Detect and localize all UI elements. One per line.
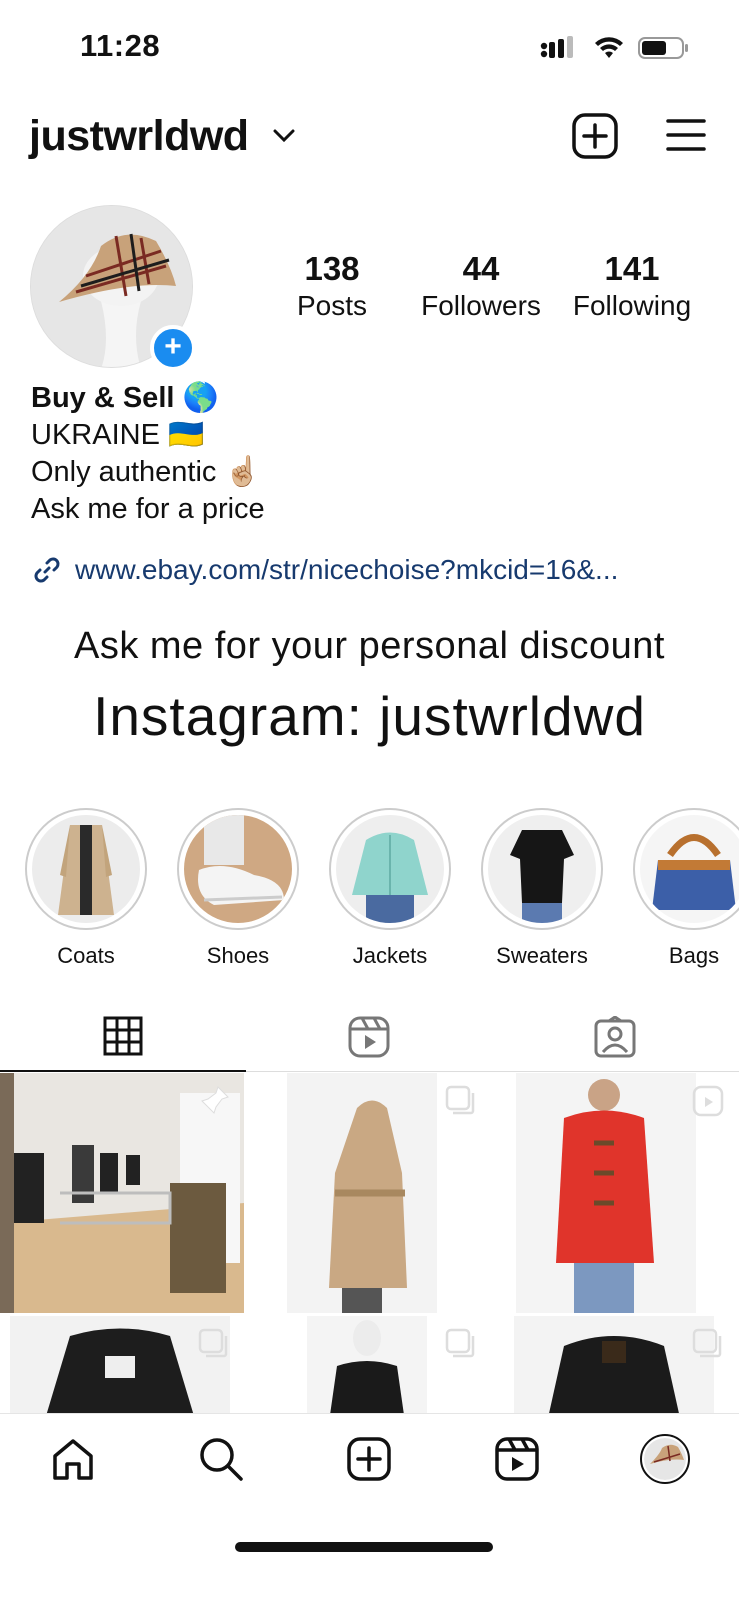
profile-avatar-wrap[interactable]: + (30, 205, 196, 371)
followers-label: Followers (421, 290, 541, 321)
wifi-icon (595, 37, 623, 58)
highlight-shoes-thumbnail (184, 815, 292, 923)
promo-line-1: Ask me for your personal discount (74, 625, 665, 667)
bio-line: Only authentic ☝🏼 (31, 456, 261, 488)
highlight-label: Jackets (352, 943, 428, 968)
post-thumbnail[interactable] (494, 1073, 738, 1313)
reels-icon (348, 1016, 390, 1058)
following-label: Following (572, 290, 692, 321)
followers-count: 44 (462, 250, 500, 287)
carousel-icon (692, 1328, 722, 1358)
highlight-sweaters-thumbnail (488, 815, 596, 923)
highlight-label: Bags (668, 943, 720, 968)
post-thumbnail[interactable] (247, 1316, 491, 1413)
chevron-down-icon[interactable] (273, 129, 295, 143)
tab-tagged[interactable] (492, 1002, 738, 1072)
username[interactable]: justwrldwd (29, 112, 249, 161)
posts-label: Posts (296, 290, 368, 321)
status-time: 11:28 (80, 28, 161, 63)
battery-icon (638, 37, 688, 59)
highlight-coats-thumbnail (32, 815, 140, 923)
post-thumbnail[interactable] (494, 1316, 738, 1413)
posts-grid (0, 1073, 739, 1413)
nav-home[interactable] (48, 1434, 98, 1484)
highlight-bags[interactable]: Bags (624, 808, 739, 969)
carousel-icon (445, 1328, 475, 1358)
add-story-button[interactable]: + (150, 325, 196, 371)
nav-search[interactable] (196, 1434, 246, 1484)
post-thumbnail[interactable] (0, 1073, 244, 1313)
profile-avatar-small (640, 1434, 690, 1484)
tab-reels[interactable] (246, 1002, 492, 1072)
highlight-shoes[interactable]: Shoes (168, 808, 308, 969)
highlight-bags-thumbnail (640, 815, 739, 923)
carousel-icon (198, 1328, 228, 1358)
following-stat[interactable]: 141 Following (562, 250, 702, 322)
bottom-navigation (0, 1413, 739, 1523)
home-indicator (235, 1542, 493, 1552)
status-bar: 11:28 (0, 0, 739, 90)
promo-line-2: Instagram: justwrldwd (93, 685, 646, 747)
highlight-jackets[interactable]: Jackets (320, 808, 460, 969)
posts-stat[interactable]: 138 Posts (272, 250, 392, 322)
cellular-signal-icon (540, 36, 573, 58)
nav-reels[interactable] (492, 1434, 542, 1484)
posts-count: 138 (304, 250, 360, 287)
grid-icon (103, 1016, 143, 1056)
nav-profile[interactable] (640, 1434, 690, 1484)
display-name: Buy & Sell 🌎 (31, 382, 219, 414)
following-count: 141 (604, 250, 660, 287)
create-post-button[interactable] (572, 113, 618, 159)
reel-icon (692, 1085, 724, 1117)
followers-stat[interactable]: 44 Followers (411, 250, 551, 322)
profile-bio: Buy & Sell 🌎 UKRAINE 🇺🇦 Only authentic ☝… (31, 380, 265, 528)
highlight-label: Coats (57, 943, 115, 968)
pinned-icon (201, 1086, 229, 1114)
bio-line: UKRAINE 🇺🇦 (31, 419, 205, 451)
highlight-label: Shoes (206, 943, 270, 968)
menu-button[interactable] (666, 117, 706, 153)
highlight-label: Sweaters (496, 943, 588, 968)
reels-icon (495, 1437, 539, 1481)
search-icon (200, 1438, 243, 1481)
story-highlights: Coats Shoes Jackets Sweaters Bags (0, 808, 739, 978)
link-icon (34, 557, 60, 583)
profile-header: justwrldwd (0, 105, 739, 175)
post-thumbnail[interactable] (247, 1073, 491, 1313)
highlight-coats[interactable]: Coats (16, 808, 156, 969)
nav-create[interactable] (344, 1434, 394, 1484)
tagged-icon (594, 1016, 636, 1058)
bio-line: Ask me for a price (31, 493, 265, 525)
profile-tabs (0, 1002, 739, 1072)
bio-link-text[interactable]: www.ebay.com/str/nicechoise?mkcid=16&... (75, 554, 618, 586)
carousel-icon (445, 1085, 475, 1115)
post-thumbnail[interactable] (0, 1316, 244, 1413)
create-icon (347, 1437, 391, 1481)
tab-posts-grid[interactable] (0, 1002, 246, 1072)
highlight-jackets-thumbnail (336, 815, 444, 923)
highlight-sweaters[interactable]: Sweaters (472, 808, 612, 969)
bio-link[interactable]: www.ebay.com/str/nicechoise?mkcid=16&... (31, 554, 618, 586)
home-icon (53, 1439, 93, 1480)
